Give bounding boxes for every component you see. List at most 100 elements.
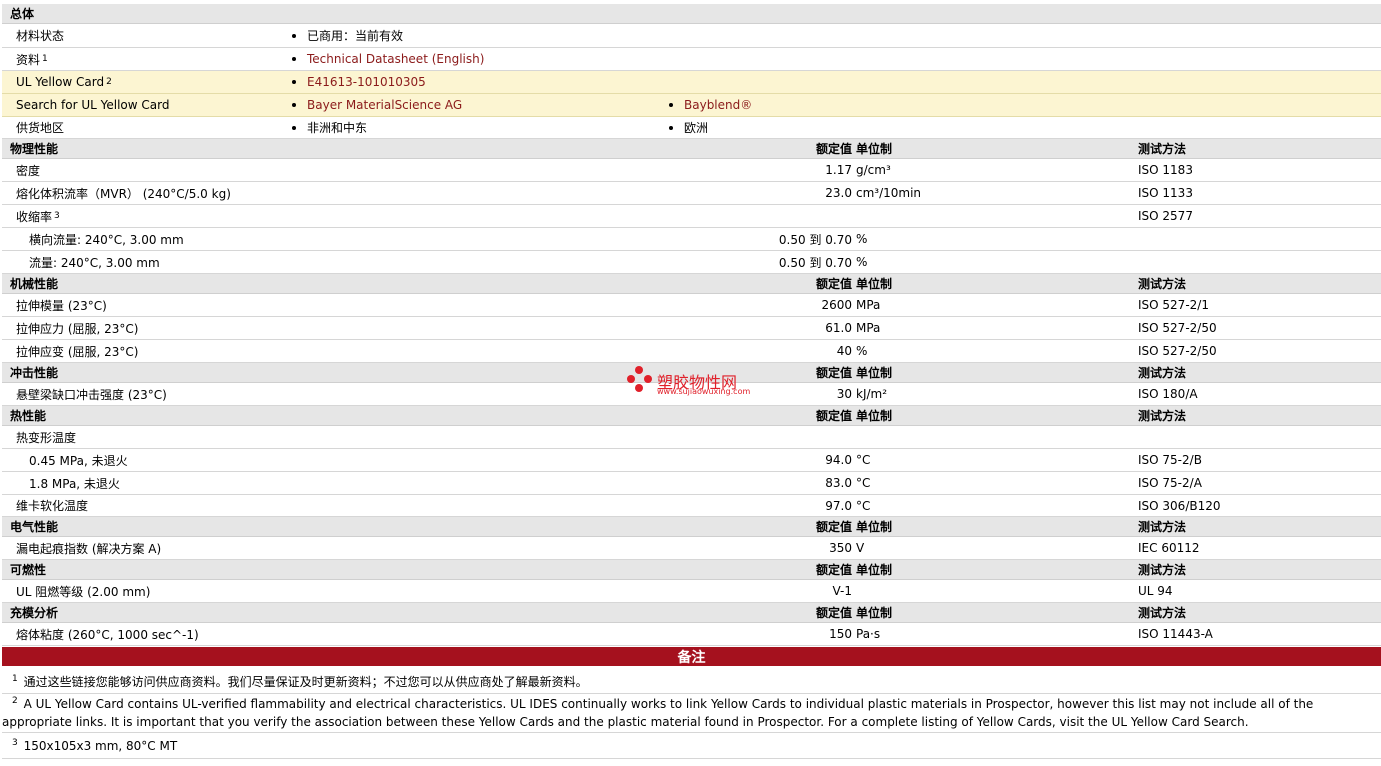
property-test: ISO 527-2/50 [1138, 321, 1217, 335]
row-material-status: 材料状态 已商用：当前有效 [2, 24, 1381, 48]
section-header-electrical: 电气性能 额定值 单位制 测试方法 [2, 517, 1381, 537]
property-unit: Pa·s [856, 627, 881, 641]
col-test-header: 测试方法 [1138, 563, 1187, 577]
property-unit: °C [856, 498, 871, 513]
property-label: 流量: 240°C, 3.00 mm [29, 255, 160, 270]
col-test-header: 测试方法 [1138, 277, 1187, 291]
property-label: 收缩率 [16, 209, 53, 224]
row-label: 资料 [16, 52, 41, 67]
col-test-header: 测试方法 [1138, 409, 1187, 423]
bullet-icon [669, 125, 673, 130]
notes-header: 备注 [2, 647, 1381, 666]
property-test: IEC 60112 [1138, 541, 1200, 555]
ul-yellow-card-link[interactable]: E41613-101010305 [307, 75, 426, 89]
property-unit: % [856, 232, 868, 246]
property-unit: g/cm³ [856, 163, 891, 177]
property-label: 维卡软化温度 [16, 499, 89, 513]
section-title: 热性能 [10, 409, 47, 423]
property-test: ISO 75-2/A [1138, 476, 1202, 490]
bullet-icon [292, 80, 296, 84]
property-row: 漏电起痕指数 (解决方案 A) 350 V IEC 60112 [2, 537, 1381, 560]
col-unit-header: 单位制 [856, 366, 893, 380]
property-unit: MPa [856, 321, 881, 335]
property-row: 拉伸模量 (23°C) 2600 MPa ISO 527-2/1 [2, 294, 1381, 317]
property-value: 350 [829, 541, 852, 555]
property-test: ISO 1183 [1138, 163, 1193, 177]
property-value: 0.50 到 0.70 [778, 232, 852, 247]
property-row: 横向流量: 240°C, 3.00 mm 0.50 到 0.70 % [2, 228, 1381, 251]
property-row: 熔化体积流率（MVR） (240°C/5.0 kg) 23.0 cm³/10mi… [2, 182, 1381, 205]
property-value: V-1 [832, 584, 852, 598]
property-value: 40 [836, 344, 852, 358]
section-header-molding: 充模分析 额定值 单位制 测试方法 [2, 603, 1381, 623]
property-unit: kJ/m² [856, 387, 888, 401]
property-value: 2600 [821, 298, 852, 312]
property-label: UL 阻燃等级 (2.00 mm) [16, 584, 151, 599]
property-unit: % [856, 344, 868, 358]
property-row: 熔体粘度 (260°C, 1000 sec^-1) 150 Pa·s ISO 1… [2, 623, 1381, 646]
bullet-icon [292, 125, 296, 130]
section-title: 冲击性能 [10, 366, 59, 380]
property-label: 热变形温度 [16, 430, 77, 445]
footnote-number: 3 [12, 738, 18, 748]
property-test: ISO 306/B120 [1138, 498, 1221, 513]
property-row: 维卡软化温度 97.0 °C ISO 306/B120 [2, 495, 1381, 517]
bullet-icon [292, 33, 296, 38]
property-label: 0.45 MPa, 未退火 [29, 453, 128, 468]
section-title: 电气性能 [10, 520, 59, 534]
property-row: 1.8 MPa, 未退火 83.0 °C ISO 75-2/A [2, 472, 1381, 495]
col-value-header: 额定值 [815, 563, 852, 577]
property-unit: cm³/10min [856, 186, 922, 200]
footnote-3: 3 150x105x3 mm, 80°C MT [2, 735, 1381, 759]
col-test-header: 测试方法 [1138, 142, 1187, 156]
technical-datasheet-link[interactable]: Technical Datasheet (English) [307, 52, 484, 66]
section-header-thermal: 热性能 额定值 单位制 测试方法 [2, 406, 1381, 426]
footnote-text: 通过这些链接您能够访问供应商资料。我们尽量保证及时更新资料；不过您可以从供应商处… [23, 675, 588, 689]
col-test-header: 测试方法 [1138, 606, 1187, 620]
property-value: 150 [829, 627, 852, 641]
row-label: Search for UL Yellow Card [16, 98, 170, 112]
row-search-ul: Search for UL Yellow Card Bayer Material… [2, 94, 1381, 117]
col-unit-header: 单位制 [856, 606, 893, 620]
footnote-number: 1 [12, 674, 18, 684]
col-test-header: 测试方法 [1138, 520, 1187, 534]
supplier-link[interactable]: Bayer MaterialScience AG [307, 98, 462, 112]
watermark-url: www.sujiaowuxing.com [657, 387, 751, 396]
datasheet-table: 总体 材料状态 已商用：当前有效 资料 1 Technical Datasheet… [2, 4, 1381, 646]
row-value: 已商用：当前有效 [307, 29, 404, 43]
property-label: 拉伸应变 (屈服, 23°C) [16, 344, 139, 359]
section-header-mechanical: 机械性能 额定值 单位制 测试方法 [2, 274, 1381, 294]
brand-link[interactable]: Bayblend® [684, 98, 752, 112]
row-value: 欧洲 [684, 121, 709, 135]
property-label: 1.8 MPa, 未退火 [29, 476, 120, 491]
property-unit: % [856, 255, 868, 269]
footnote-2: 2 A UL Yellow Card contains UL-verified … [2, 694, 1381, 733]
property-label: 拉伸模量 (23°C) [16, 298, 107, 313]
property-value: 83.0 [825, 476, 852, 490]
footnote-text: A UL Yellow Card contains UL-verified fl… [2, 697, 1314, 729]
logo-dot-icon [644, 375, 652, 383]
property-row: 密度 1.17 g/cm³ ISO 1183 [2, 159, 1381, 182]
property-value: 61.0 [825, 321, 852, 335]
property-label: 漏电起痕指数 (解决方案 A) [16, 541, 162, 556]
property-row: 0.45 MPa, 未退火 94.0 °C ISO 75-2/B [2, 449, 1381, 472]
logo-dot-icon [635, 384, 643, 392]
property-label: 横向流量: 240°C, 3.00 mm [29, 232, 184, 247]
col-test-header: 测试方法 [1138, 366, 1187, 380]
col-unit-header: 单位制 [856, 277, 893, 291]
bullet-icon [292, 103, 296, 107]
property-unit: °C [856, 453, 871, 467]
property-label: 悬壁梁缺口冲击强度 (23°C) [16, 387, 167, 402]
row-value: 非洲和中东 [307, 121, 368, 135]
section-title: 机械性能 [10, 277, 59, 291]
row-ul-yellow-card: UL Yellow Card 2 E41613-101010305 [2, 71, 1381, 94]
property-value: 30 [836, 387, 852, 401]
col-unit-header: 单位制 [856, 563, 893, 577]
property-label: 熔化体积流率（MVR） (240°C/5.0 kg) [16, 186, 231, 201]
col-unit-header: 单位制 [856, 409, 893, 423]
property-label: 熔体粘度 (260°C, 1000 sec^-1) [16, 627, 199, 642]
property-row: 拉伸应变 (屈服, 23°C) 40 % ISO 527-2/50 [2, 340, 1381, 363]
property-label: 拉伸应力 (屈服, 23°C) [16, 321, 139, 336]
property-label: 密度 [16, 163, 41, 178]
section-title: 充模分析 [10, 606, 59, 620]
